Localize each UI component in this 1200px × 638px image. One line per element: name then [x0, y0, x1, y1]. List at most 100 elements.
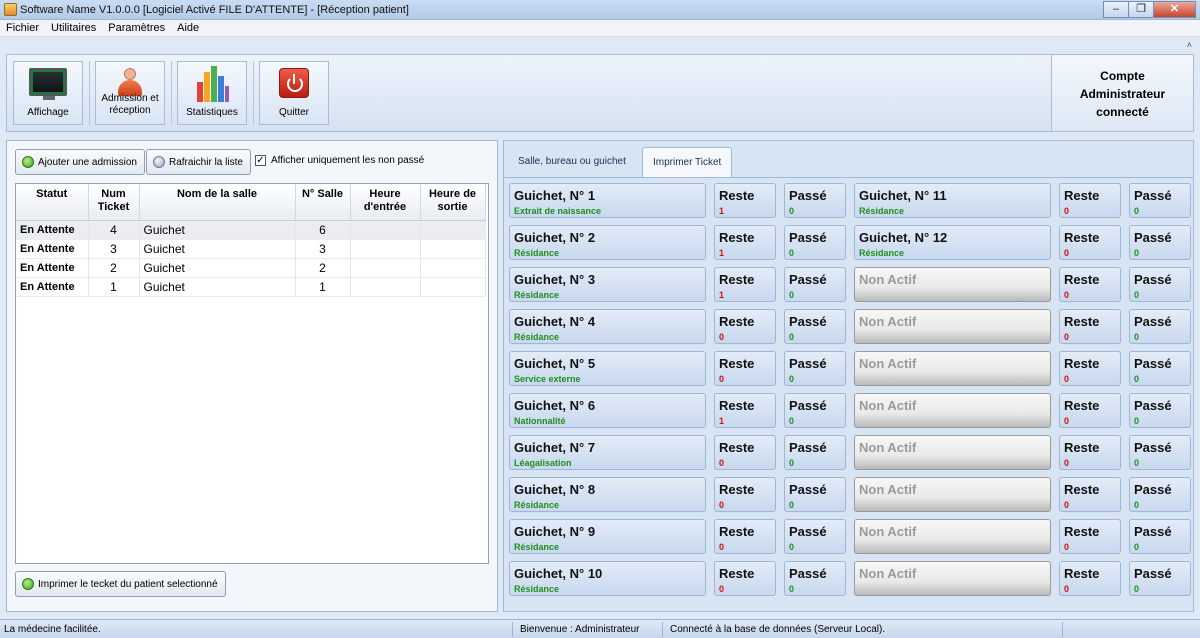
- tab-salle[interactable]: Salle, bureau ou guichet: [508, 147, 636, 177]
- status-bar: La médecine facilitée. Bienvenue : Admin…: [0, 619, 1200, 638]
- menu-parametres[interactable]: Paramètres: [108, 20, 165, 36]
- passe-value: 0: [1134, 542, 1140, 552]
- guichet-button[interactable]: Guichet, N° 2 Résidance: [509, 225, 706, 260]
- guichet-service: Résidance: [859, 248, 905, 258]
- passe-counter: Passé 0: [1129, 183, 1191, 218]
- passe-counter: Passé 0: [1129, 393, 1191, 428]
- passe-value: 0: [1134, 500, 1140, 510]
- reste-label: Reste: [719, 230, 755, 245]
- filter-checkbox[interactable]: ✓ Afficher uniquement les non passé: [255, 155, 424, 166]
- guichet-service: Résidance: [514, 248, 560, 258]
- cell-salle: Guichet: [139, 220, 296, 240]
- affichage-label: Affichage: [27, 107, 69, 118]
- col-nom-salle[interactable]: Nom de la salle: [139, 184, 296, 221]
- reste-value: 0: [719, 332, 725, 342]
- passe-counter: Passé 0: [1129, 435, 1191, 470]
- reste-value: 1: [719, 206, 725, 216]
- guichet-button[interactable]: Guichet, N° 12 Résidance: [854, 225, 1051, 260]
- table-row[interactable]: En Attente 1 Guichet 1: [16, 277, 486, 297]
- passe-value: 0: [1134, 290, 1140, 300]
- guichet-button[interactable]: Guichet, N° 9 Résidance: [509, 519, 706, 554]
- cell-out: [420, 277, 486, 297]
- passe-value: 0: [1134, 458, 1140, 468]
- guichet-button[interactable]: Guichet, N° 3 Résidance: [509, 267, 706, 302]
- passe-counter: Passé 0: [784, 477, 846, 512]
- account-status: Compte Administrateur connecté: [1051, 55, 1193, 131]
- menu-fichier[interactable]: Fichier: [6, 20, 39, 36]
- reste-value: 0: [1064, 248, 1070, 258]
- reste-counter: Reste 1: [714, 183, 776, 218]
- passe-label: Passé: [1134, 272, 1172, 287]
- passe-value: 0: [789, 332, 795, 342]
- cell-in: [350, 258, 421, 278]
- print-ticket-label: Imprimer le tecket du patient selectionn…: [38, 578, 218, 590]
- guichet-inactive: Non Actif: [854, 519, 1051, 554]
- menu-utilitaires[interactable]: Utilitaires: [51, 20, 96, 36]
- passe-counter: Passé 0: [1129, 309, 1191, 344]
- col-num-ticket[interactable]: Num Ticket: [88, 184, 140, 221]
- passe-counter: Passé 0: [784, 309, 846, 344]
- guichet-button[interactable]: Guichet, N° 8 Résidance: [509, 477, 706, 512]
- guichet-name: Non Actif: [859, 440, 917, 455]
- affichage-button[interactable]: Affichage: [13, 61, 83, 125]
- reste-value: 1: [719, 290, 725, 300]
- menu-aide[interactable]: Aide: [177, 20, 199, 36]
- title-bar: Software Name V1.0.0.0 [Logiciel Activé …: [0, 0, 1200, 20]
- guichet-name: Guichet, N° 8: [514, 482, 596, 497]
- cell-num: 3: [88, 239, 140, 259]
- reste-counter: Reste 0: [714, 561, 776, 596]
- guichet-service: Résidance: [859, 206, 905, 216]
- guichet-button[interactable]: Guichet, N° 6 Nationnalité: [509, 393, 706, 428]
- quitter-button[interactable]: Quitter: [259, 61, 329, 125]
- reste-counter: Reste 0: [1059, 477, 1121, 512]
- refresh-button[interactable]: Rafraichir la liste: [146, 149, 251, 175]
- tab-imprimer-ticket[interactable]: Imprimer Ticket: [642, 147, 733, 177]
- guichet-button[interactable]: Guichet, N° 7 Léagalisation: [509, 435, 706, 470]
- guichet-grid: Guichet, N° 1 Extrait de naissance Reste 1 P…: [504, 177, 1193, 611]
- guichet-service: Léagalisation: [514, 458, 572, 468]
- reste-label: Reste: [1064, 314, 1100, 329]
- restore-button[interactable]: ❐: [1128, 1, 1154, 18]
- reste-label: Reste: [1064, 566, 1100, 581]
- table-row[interactable]: En Attente 2 Guichet 2: [16, 258, 486, 278]
- col-no-salle[interactable]: N° Salle: [295, 184, 351, 221]
- quitter-label: Quitter: [278, 107, 309, 118]
- guichet-inactive: Non Actif: [854, 393, 1051, 428]
- print-icon: [22, 578, 34, 590]
- status-user: Bienvenue : Administrateur: [520, 624, 640, 635]
- reste-counter: Reste 1: [714, 225, 776, 260]
- reste-counter: Reste 1: [714, 393, 776, 428]
- statistiques-button[interactable]: Statistiques: [177, 61, 247, 125]
- print-ticket-button[interactable]: Imprimer le tecket du patient selectionn…: [15, 571, 226, 597]
- passe-value: 0: [1134, 584, 1140, 594]
- table-row[interactable]: En Attente 4 Guichet 6: [16, 220, 486, 240]
- minimize-button[interactable]: –: [1103, 1, 1129, 18]
- col-statut[interactable]: Statut: [16, 184, 89, 221]
- cell-num: 2: [88, 258, 140, 278]
- ribbon-collapse-icon[interactable]: ˄: [1187, 40, 1192, 50]
- cell-no: 2: [295, 258, 351, 278]
- table-row[interactable]: En Attente 3 Guichet 3: [16, 239, 486, 259]
- add-admission-button[interactable]: Ajouter une admission: [15, 149, 145, 175]
- guichet-service: Résidance: [514, 542, 560, 552]
- statistiques-label: Statistiques: [186, 107, 238, 118]
- admission-button[interactable]: Admission et réception: [95, 61, 165, 125]
- col-heure-sortie[interactable]: Heure de sortie: [420, 184, 486, 221]
- guichet-button[interactable]: Guichet, N° 10 Résidance: [509, 561, 706, 596]
- reste-counter: Reste 0: [1059, 435, 1121, 470]
- guichet-button[interactable]: Guichet, N° 11 Résidance: [854, 183, 1051, 218]
- admission-label: Admission et réception: [101, 93, 159, 116]
- passe-label: Passé: [789, 272, 827, 287]
- reste-label: Reste: [719, 398, 755, 413]
- account-label: Compte Administrateur connecté: [1079, 69, 1166, 119]
- checkbox-box[interactable]: ✓: [255, 155, 266, 166]
- reste-value: 0: [1064, 500, 1070, 510]
- close-button[interactable]: ✕: [1153, 1, 1196, 18]
- guichet-name: Guichet, N° 2: [514, 230, 596, 245]
- guichet-button[interactable]: Guichet, N° 4 Résidance: [509, 309, 706, 344]
- guichet-button[interactable]: Guichet, N° 1 Extrait de naissance: [509, 183, 706, 218]
- toolbar: Affichage Admission et réception Statist…: [6, 54, 1194, 132]
- guichet-button[interactable]: Guichet, N° 5 Service externe: [509, 351, 706, 386]
- col-heure-entree[interactable]: Heure d'entrée: [350, 184, 421, 221]
- status-tagline: La médecine facilitée.: [4, 624, 101, 635]
